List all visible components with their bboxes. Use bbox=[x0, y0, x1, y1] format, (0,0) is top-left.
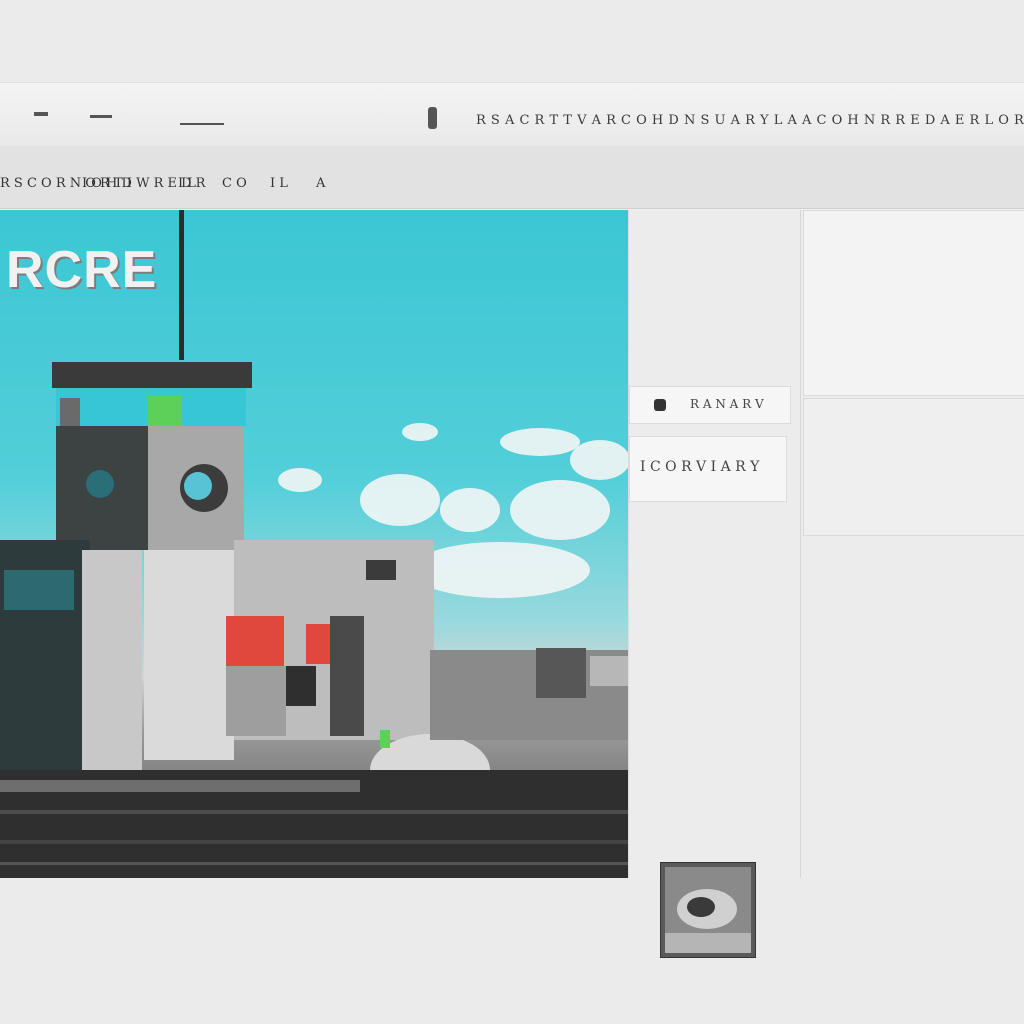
preview-panel-bottom[interactable] bbox=[803, 398, 1024, 536]
right-pane bbox=[800, 210, 1024, 878]
window-button[interactable] bbox=[34, 112, 48, 116]
preview-panel-top[interactable] bbox=[803, 210, 1024, 396]
image-canvas[interactable]: RCRE bbox=[0, 210, 628, 878]
toolbar-item[interactable]: A bbox=[316, 176, 325, 191]
inspector-panel: R A N A R V I C O R V I A R Y bbox=[628, 210, 801, 878]
inspector-row[interactable]: R A N A R V bbox=[629, 386, 791, 424]
toolbar: R S C O R N O R T I I O H D W R E D R I … bbox=[0, 146, 1024, 209]
window-title: R S A C R T T V A R C O H D N S U A R Y … bbox=[476, 113, 1024, 128]
window-button[interactable] bbox=[90, 115, 112, 118]
toolbar-item[interactable]: C O bbox=[222, 176, 247, 191]
title-bar: R S A C R T T V A R C O H D N S U A R Y … bbox=[0, 82, 1024, 148]
toolbar-item[interactable]: I L bbox=[178, 176, 196, 191]
poster-headline: RCRE bbox=[6, 241, 158, 299]
inspector-row[interactable]: I C O R V I A R Y bbox=[629, 436, 787, 502]
toolbar-item[interactable]: I L bbox=[270, 176, 288, 191]
thumbnail-image bbox=[665, 867, 751, 953]
app-window: R S A C R T T V A R C O H D N S U A R Y … bbox=[0, 82, 1024, 958]
inspector-row-label: I C O R V I A R Y bbox=[640, 459, 760, 475]
brush-icon bbox=[654, 399, 666, 411]
inspector-row-label: R A N A R V bbox=[690, 397, 764, 411]
image-thumbnail[interactable] bbox=[660, 862, 756, 958]
minimize-icon[interactable] bbox=[180, 123, 224, 125]
artwork-image bbox=[0, 210, 628, 878]
pin-icon[interactable] bbox=[428, 107, 437, 129]
